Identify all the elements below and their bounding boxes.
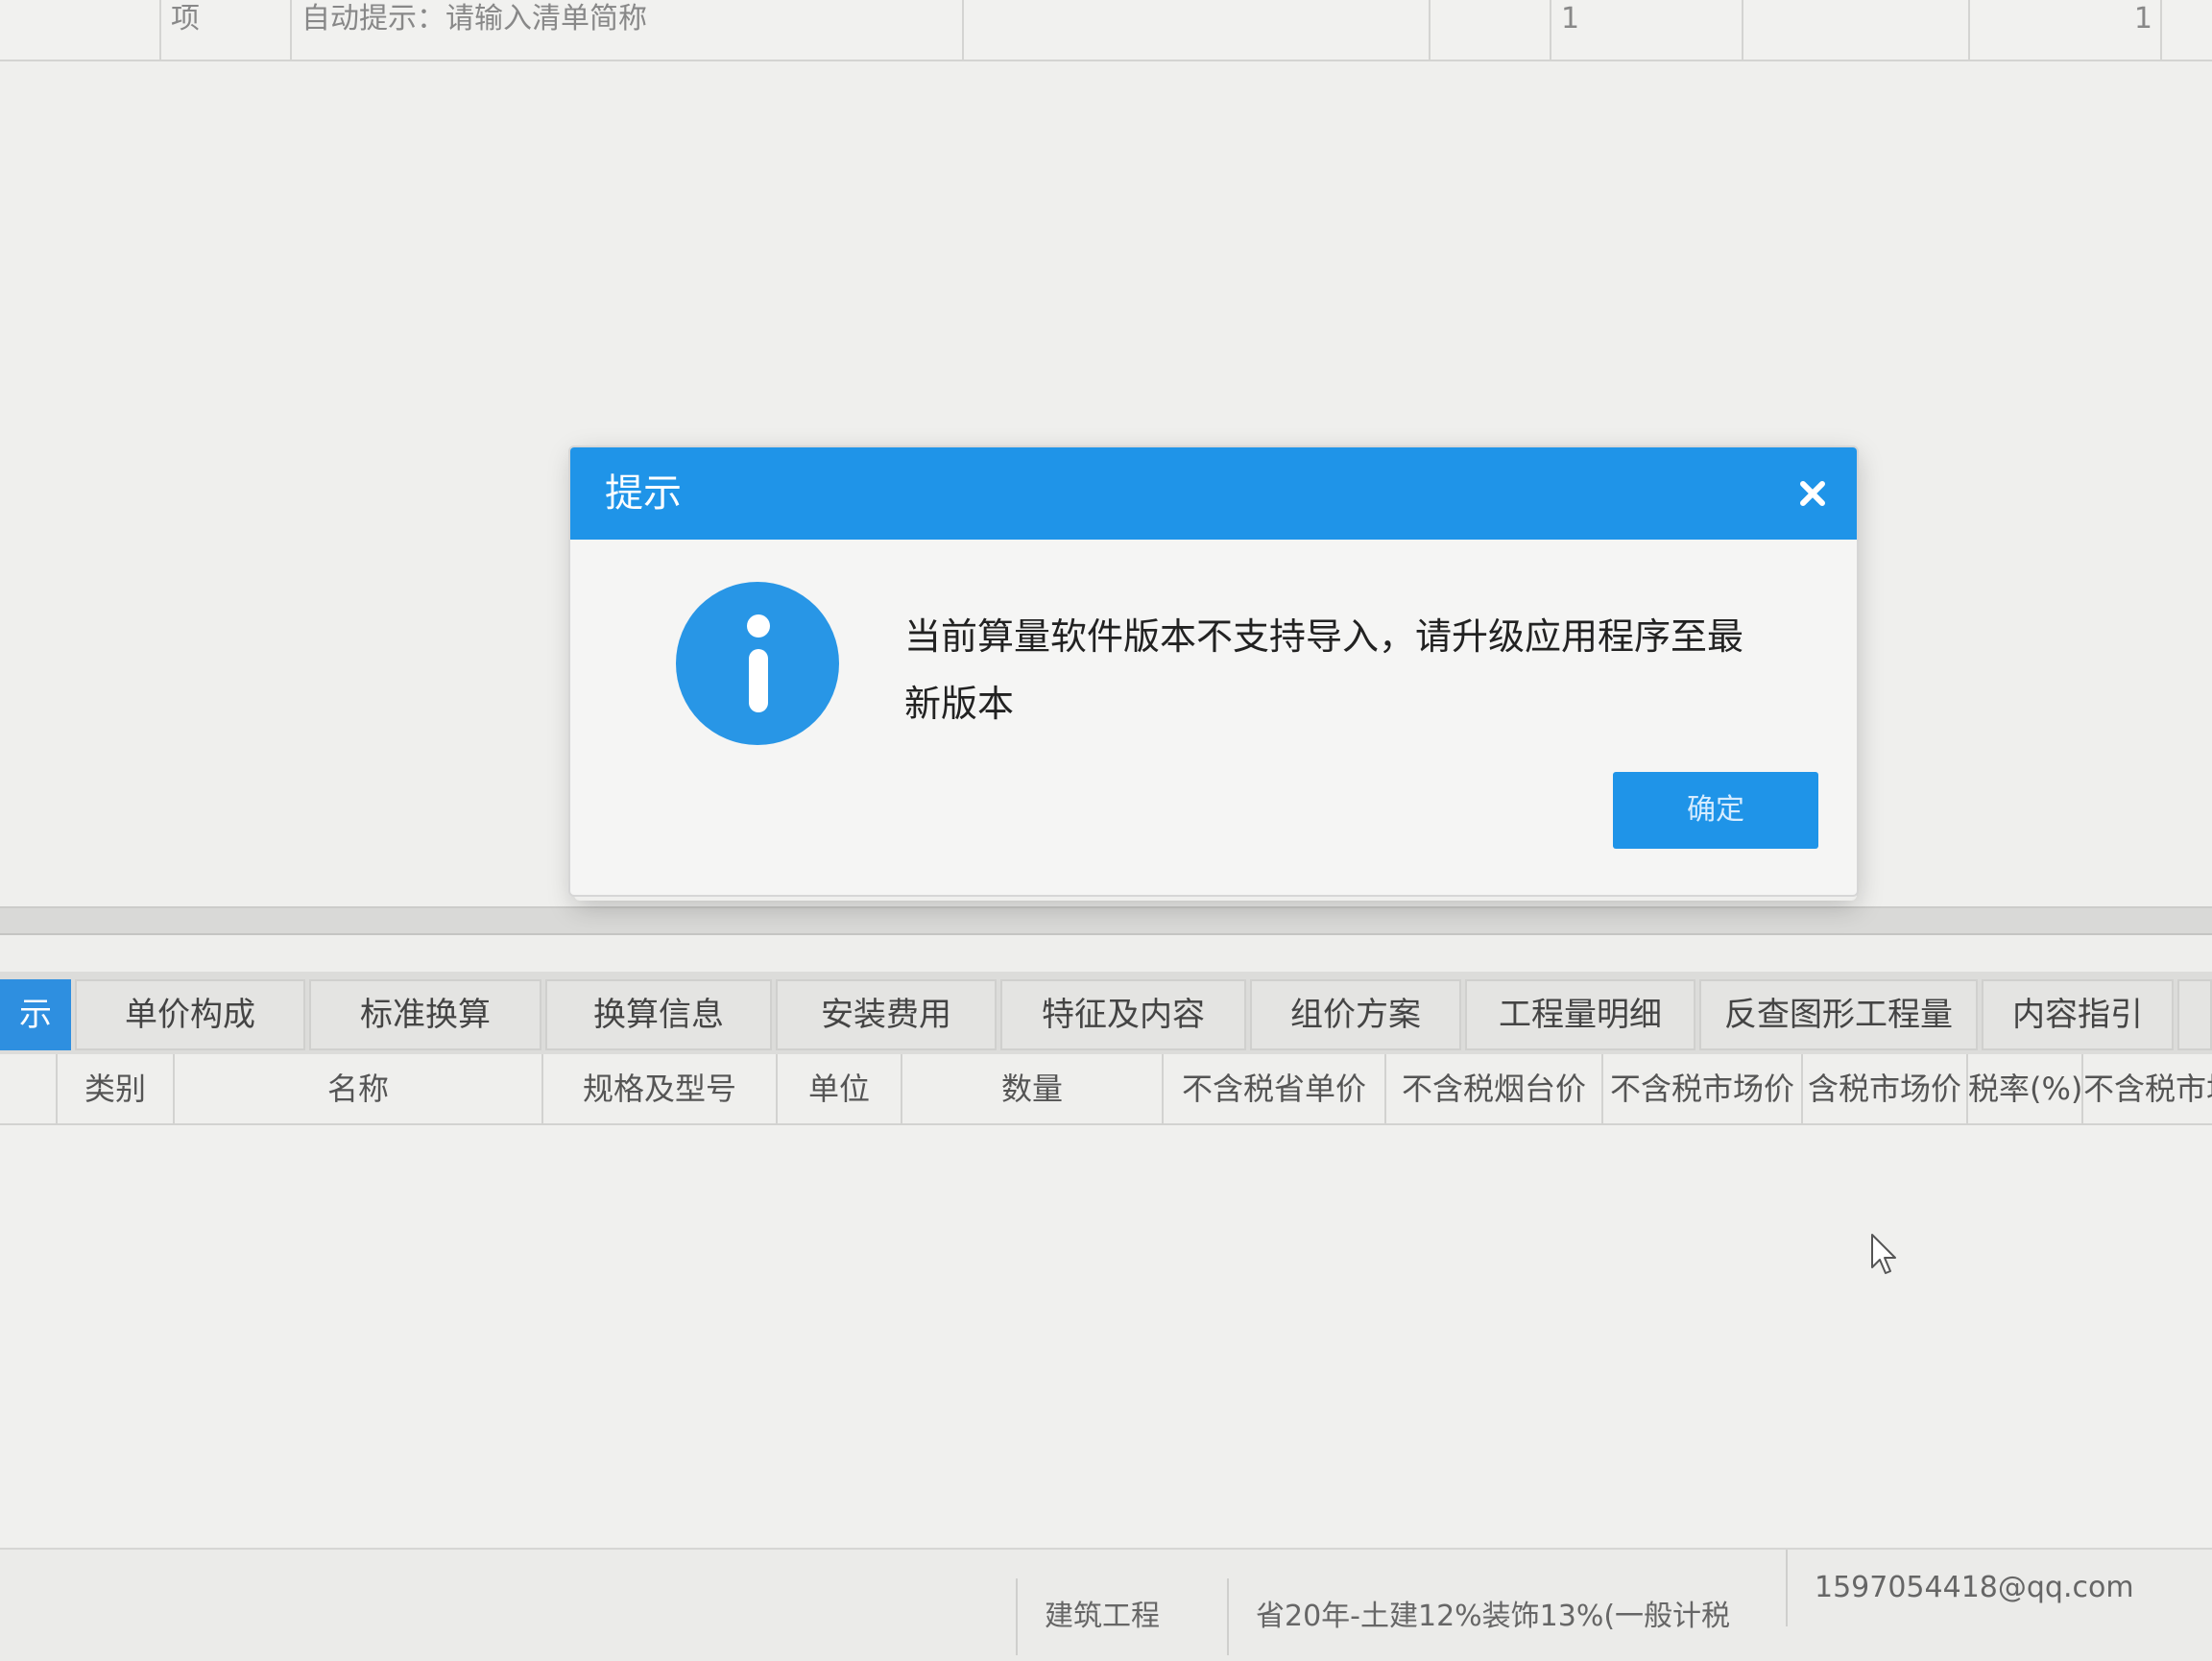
column-header-taxed-market-price[interactable]: 含税市场价 bbox=[1803, 1054, 1968, 1123]
tab-reverse-lookup-quantity[interactable]: 反查图形工程量 bbox=[1699, 979, 1978, 1050]
tab-unit-price-composition[interactable]: 单价构成 bbox=[75, 979, 305, 1050]
top-grid-cell[interactable] bbox=[0, 0, 161, 60]
top-grid-cell[interactable] bbox=[1743, 0, 1970, 60]
column-header-category[interactable]: 类别 bbox=[58, 1054, 175, 1123]
detail-tab-bar: 示 单价构成 标准换算 换算信息 安装费用 特征及内容 组价方案 工程量明细 反… bbox=[0, 972, 2212, 1054]
tab-hint[interactable]: 示 bbox=[0, 979, 71, 1050]
tab-quantity-detail[interactable]: 工程量明细 bbox=[1465, 979, 1695, 1050]
status-bar: 建筑工程 省20年-土建12%装饰13%(一般计税 1597054418@qq.… bbox=[0, 1548, 2212, 1661]
dialog-message: 当前算量软件版本不支持导入，请升级应用程序至最新版本 bbox=[904, 615, 1744, 725]
tab-conversion-info[interactable]: 换算信息 bbox=[545, 979, 772, 1050]
confirm-button[interactable]: 确定 bbox=[1613, 772, 1818, 849]
table-body[interactable] bbox=[0, 1125, 2212, 1548]
column-header-tax-rate[interactable]: 税率(%) bbox=[1968, 1054, 2083, 1123]
top-grid-cell[interactable] bbox=[1431, 0, 1551, 60]
tab-overflow[interactable] bbox=[2177, 979, 2212, 1050]
status-template: 省20年-土建12%装饰13%(一般计税 bbox=[1227, 1578, 1784, 1655]
tab-features-content[interactable]: 特征及内容 bbox=[1000, 979, 1246, 1050]
tab-pricing-scheme[interactable]: 组价方案 bbox=[1250, 979, 1461, 1050]
mouse-pointer-icon bbox=[1870, 1233, 1899, 1275]
table-header-row: 类别 名称 规格及型号 单位 数量 不含税省单价 不含税烟台价 不含税市场价 含… bbox=[0, 1054, 2212, 1125]
status-project-type: 建筑工程 bbox=[1016, 1578, 1227, 1655]
info-icon bbox=[676, 582, 839, 745]
hint-dialog: 提示 当前算量软件版本不支持导入，请升级应用程序至最新版本 确定 bbox=[568, 445, 1859, 897]
top-grid-cell[interactable]: 1 bbox=[1551, 0, 1743, 60]
dialog-title-bar[interactable]: 提示 bbox=[570, 447, 1857, 540]
close-button[interactable] bbox=[1788, 469, 1838, 518]
pane-splitter[interactable] bbox=[0, 906, 2212, 935]
tab-standard-conversion[interactable]: 标准换算 bbox=[309, 979, 541, 1050]
tab-installation-fee[interactable]: 安装费用 bbox=[776, 979, 997, 1050]
top-grid-cell[interactable]: 项 bbox=[161, 0, 292, 60]
search-hint-cell[interactable]: 自动提示：请输入清单简称 bbox=[292, 0, 964, 60]
column-header-unit[interactable]: 单位 bbox=[778, 1054, 902, 1123]
column-header-market-price-2[interactable]: 不含税市场 bbox=[2083, 1054, 2212, 1123]
column-header-name[interactable]: 名称 bbox=[175, 1054, 543, 1123]
top-grid-cell[interactable] bbox=[964, 0, 1431, 60]
column-header-quantity[interactable]: 数量 bbox=[902, 1054, 1164, 1123]
column-header-market-price[interactable]: 不含税市场价 bbox=[1603, 1054, 1803, 1123]
top-grid-cell[interactable]: 1 bbox=[1970, 0, 2162, 60]
column-header-blank[interactable] bbox=[0, 1054, 58, 1123]
top-grid-strip: 项 自动提示：请输入清单简称 1 1 bbox=[0, 0, 2212, 61]
dialog-title: 提示 bbox=[605, 471, 682, 516]
column-header-provincial-price[interactable]: 不含税省单价 bbox=[1164, 1054, 1386, 1123]
close-icon bbox=[1800, 481, 1825, 506]
status-user-account: 1597054418@qq.com bbox=[1786, 1550, 2189, 1626]
column-header-spec[interactable]: 规格及型号 bbox=[543, 1054, 778, 1123]
column-header-yantai-price[interactable]: 不含税烟台价 bbox=[1386, 1054, 1603, 1123]
tab-content-guide[interactable]: 内容指引 bbox=[1982, 979, 2174, 1050]
